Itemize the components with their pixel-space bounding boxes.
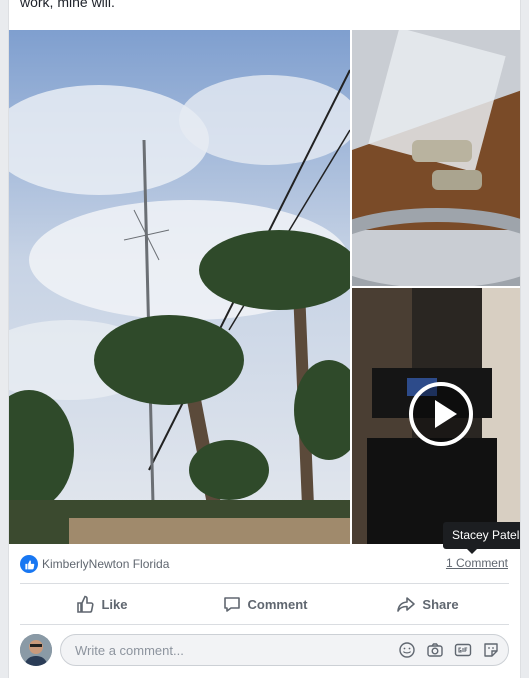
comment-button[interactable]: Comment bbox=[183, 587, 346, 621]
photo-connectors[interactable] bbox=[352, 30, 520, 286]
avatar[interactable] bbox=[20, 634, 52, 666]
video-radio[interactable] bbox=[352, 288, 520, 544]
thumbs-up-icon bbox=[77, 595, 95, 613]
post-card: work, mine will. Stacey Patel KimberlyNe… bbox=[8, 0, 521, 678]
comment-input[interactable] bbox=[73, 641, 388, 659]
comment-count-link[interactable]: 1 Comment bbox=[446, 556, 508, 570]
reaction-names[interactable]: KimberlyNewton Florida bbox=[42, 557, 169, 571]
comment-box bbox=[60, 634, 509, 666]
share-button[interactable]: Share bbox=[346, 587, 509, 621]
camera-icon[interactable] bbox=[426, 641, 444, 659]
divider bbox=[20, 624, 509, 625]
comment-icon bbox=[223, 597, 240, 612]
tooltip: Stacey Patel bbox=[443, 522, 520, 554]
comment-label: Comment bbox=[247, 596, 308, 612]
like-button[interactable]: Like bbox=[20, 587, 183, 621]
share-label: Share bbox=[422, 596, 459, 612]
sticker-icon[interactable] bbox=[482, 641, 500, 659]
gif-icon[interactable] bbox=[454, 641, 472, 659]
share-icon bbox=[397, 597, 416, 612]
comment-composer bbox=[20, 632, 509, 668]
photo-antenna[interactable] bbox=[9, 30, 350, 544]
emoji-icon[interactable] bbox=[398, 641, 416, 659]
reaction-summary[interactable]: KimberlyNewton Florida bbox=[20, 554, 169, 574]
like-label: Like bbox=[101, 596, 128, 612]
action-bar: Like Comment Share bbox=[20, 587, 509, 621]
like-icon bbox=[20, 555, 38, 573]
play-button[interactable] bbox=[409, 382, 473, 446]
post-text: work, mine will. bbox=[20, 0, 115, 10]
divider bbox=[20, 583, 509, 584]
